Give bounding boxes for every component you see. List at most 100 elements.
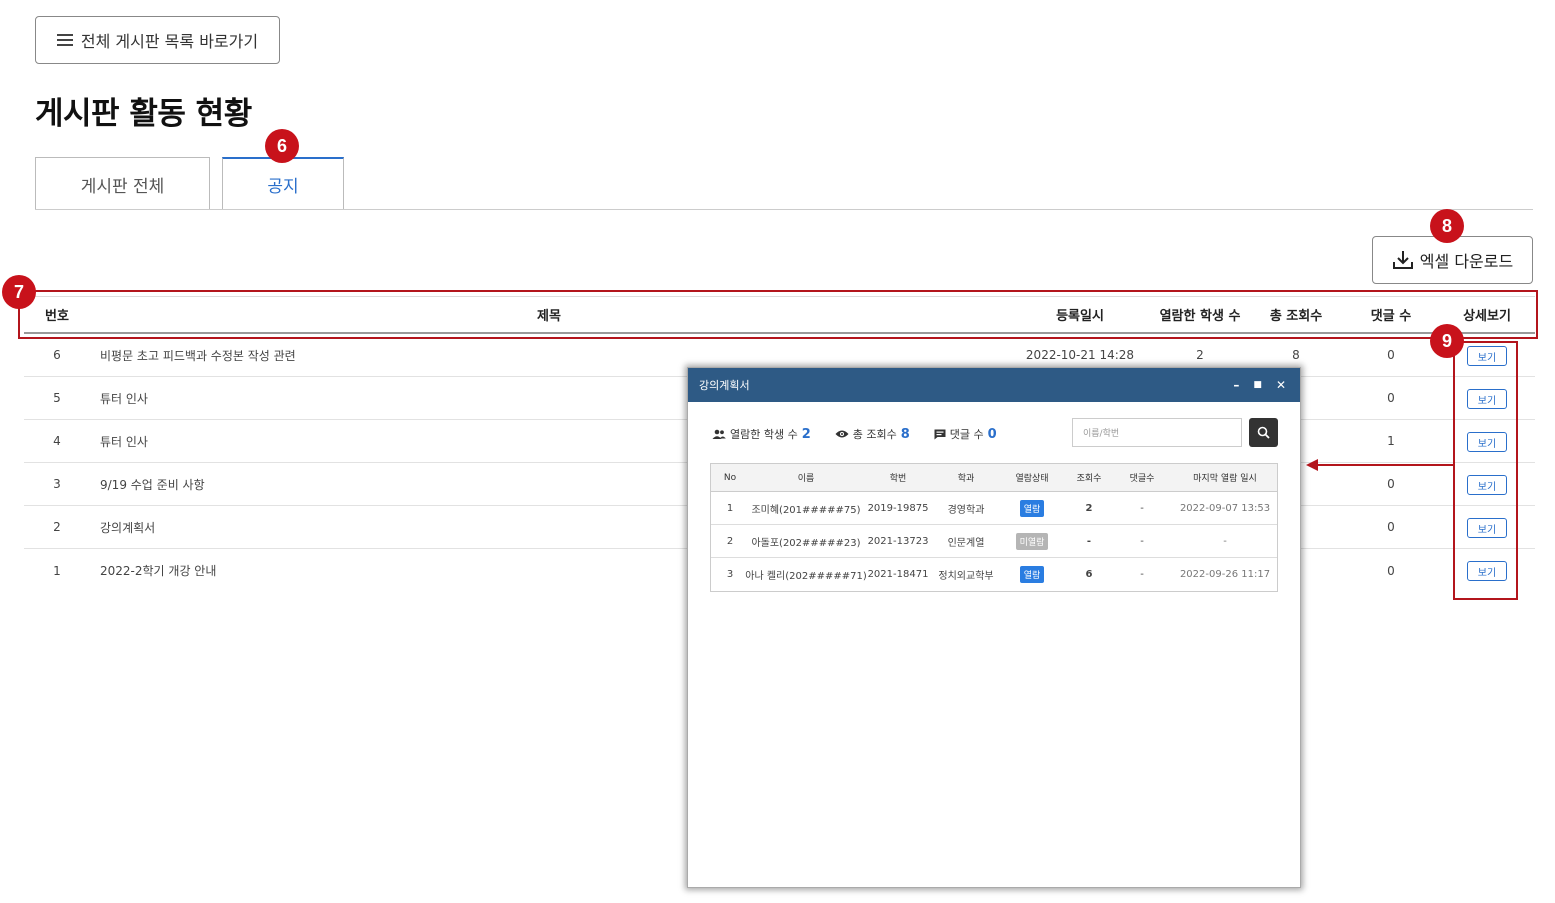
row-comments: 0 (1387, 348, 1395, 362)
mrow-last: 2022-09-26 11:17 (1179, 569, 1271, 580)
callout-arrow-head (1306, 459, 1318, 471)
excel-download-button[interactable]: 엑셀 다운로드 (1372, 236, 1533, 284)
all-boards-list-button[interactable]: 전체 게시판 목록 바로가기 (35, 16, 280, 64)
mrow-views: 6 (1085, 569, 1093, 580)
mcol-no: No (723, 472, 737, 483)
views-stat: 총 조회수 8 (835, 426, 910, 442)
eye-icon (835, 430, 849, 438)
row-comments: 0 (1387, 520, 1395, 534)
row-title[interactable]: 비평문 초고 피드백과 수정본 작성 관련 (100, 334, 600, 376)
status-badge: 미열람 (1015, 532, 1049, 550)
comments-stat-value: 0 (987, 426, 997, 442)
callout-marker-7: 7 (2, 275, 36, 309)
row-title[interactable]: 튜터 인사 (100, 420, 600, 462)
mrow-comments: - (1140, 535, 1144, 547)
maximize-icon[interactable]: ■ (1253, 380, 1262, 390)
minimize-icon[interactable]: – (1233, 378, 1239, 392)
excel-download-label: 엑셀 다운로드 (1419, 252, 1514, 271)
close-icon[interactable]: ✕ (1276, 378, 1286, 392)
header-highlight-box (18, 290, 1538, 339)
mrow-views: 2 (1085, 502, 1093, 514)
search-input[interactable]: 이름/학번 (1072, 418, 1242, 447)
mrow-dept: 인문계열 (947, 537, 985, 549)
status-badge: 열람 (1019, 499, 1045, 517)
mrow-no: 1 (726, 502, 734, 514)
row-title[interactable]: 강의계획서 (100, 506, 600, 548)
modal-header[interactable]: 강의계획서 – ■ ✕ (688, 368, 1300, 402)
mcol-views: 조회수 (1076, 474, 1102, 484)
mrow-student-id: 2021-13723 (867, 535, 929, 547)
views-stat-value: 8 (900, 426, 910, 442)
students-stat-value: 2 (801, 426, 811, 442)
row-comments: 0 (1387, 391, 1395, 405)
mrow-student-id: 2021-18471 (867, 569, 929, 580)
modal-table: No 이름 학번 학과 열람상태 조회수 댓글수 마지막 열람 일시 1 조미혜… (710, 463, 1278, 592)
mrow-views: - (1086, 535, 1092, 547)
mrow-name: 아돌포(202#####23) (751, 537, 861, 549)
row-no: 4 (53, 434, 61, 448)
mrow-dept: 경영학과 (947, 504, 985, 516)
callout-marker-9: 9 (1430, 324, 1464, 358)
menu-icon (56, 34, 73, 46)
mrow-status: 열람 (999, 492, 1065, 524)
mcol-comments: 댓글수 (1129, 474, 1155, 484)
mrow-last: - (1223, 535, 1227, 547)
row-title[interactable]: 2022-2학기 개강 안내 (100, 549, 600, 592)
row-title[interactable]: 9/19 수업 준비 사항 (100, 463, 600, 505)
mcol-dept: 학과 (957, 474, 975, 484)
callout-marker-8: 8 (1430, 209, 1464, 243)
mcol-name: 이름 (797, 474, 815, 484)
mrow-last: 2022-09-07 13:53 (1179, 502, 1271, 514)
detail-modal: 강의계획서 – ■ ✕ 열람한 학생 수 2 총 조회수 8 댓글 수 0 이름… (687, 367, 1301, 888)
mcol-status: 열람상태 (1015, 474, 1049, 484)
row-comments: 0 (1387, 477, 1395, 491)
comments-stat-label: 댓글 수 (949, 428, 984, 441)
tab-all-boards[interactable]: 게시판 전체 (35, 157, 210, 210)
mrow-status: 미열람 (999, 525, 1065, 557)
row-comments: 1 (1387, 434, 1395, 448)
mrow-student-id: 2019-19875 (867, 502, 929, 514)
tab-notice-label: 공지 (267, 177, 299, 197)
search-icon (1257, 426, 1270, 439)
modal-table-row: 1 조미혜(201#####75) 2019-19875 경영학과 열람 2 -… (711, 492, 1277, 525)
row-comments: 0 (1387, 563, 1395, 578)
modal-title: 강의계획서 (699, 379, 750, 392)
row-no: 1 (53, 563, 61, 578)
students-stat-label: 열람한 학생 수 (730, 428, 798, 441)
row-no: 3 (53, 477, 61, 491)
mrow-name: 아나 켈리(202#####71) (745, 571, 867, 582)
mcol-student-id: 학번 (889, 474, 907, 484)
modal-table-row: 2 아돌포(202#####23) 2021-13723 인문계열 미열람 - … (711, 525, 1277, 558)
comments-stat: 댓글 수 0 (934, 426, 997, 442)
mrow-name: 조미혜(201#####75) (751, 504, 861, 516)
mrow-comments: - (1140, 569, 1144, 580)
tabs-divider (35, 209, 1533, 210)
page-title: 게시판 활동 현황 (35, 96, 252, 132)
mrow-no: 2 (726, 535, 734, 547)
students-stat: 열람한 학생 수 2 (712, 426, 811, 442)
mrow-comments: - (1140, 502, 1144, 514)
callout-arrow (1318, 464, 1454, 466)
mcol-last: 마지막 열람 일시 (1193, 474, 1257, 484)
modal-table-row: 3 아나 켈리(202#####71) 2021-18471 정치외교학부 열람… (711, 558, 1277, 591)
all-boards-list-label: 전체 게시판 목록 바로가기 (80, 32, 259, 51)
mrow-dept: 정치외교학부 (938, 571, 994, 582)
view-buttons-highlight-box (1453, 341, 1518, 600)
tab-notice[interactable]: 공지 (222, 157, 344, 210)
row-title[interactable]: 튜터 인사 (100, 377, 600, 419)
mrow-no: 3 (726, 569, 734, 580)
users-icon (712, 429, 726, 439)
search-button[interactable] (1249, 418, 1278, 447)
callout-marker-6: 6 (265, 129, 299, 163)
row-no: 5 (53, 391, 61, 405)
tab-all-boards-label: 게시판 전체 (80, 176, 165, 197)
views-stat-label: 총 조회수 (852, 428, 897, 441)
modal-table-header: No 이름 학번 학과 열람상태 조회수 댓글수 마지막 열람 일시 (711, 464, 1277, 492)
status-badge: 열람 (1019, 566, 1045, 583)
download-icon (1392, 251, 1413, 269)
comment-icon (934, 429, 946, 439)
row-no: 6 (53, 348, 61, 362)
mrow-status: 열람 (999, 558, 1065, 591)
row-no: 2 (53, 520, 61, 534)
modal-stats: 열람한 학생 수 2 총 조회수 8 댓글 수 0 (712, 426, 997, 442)
